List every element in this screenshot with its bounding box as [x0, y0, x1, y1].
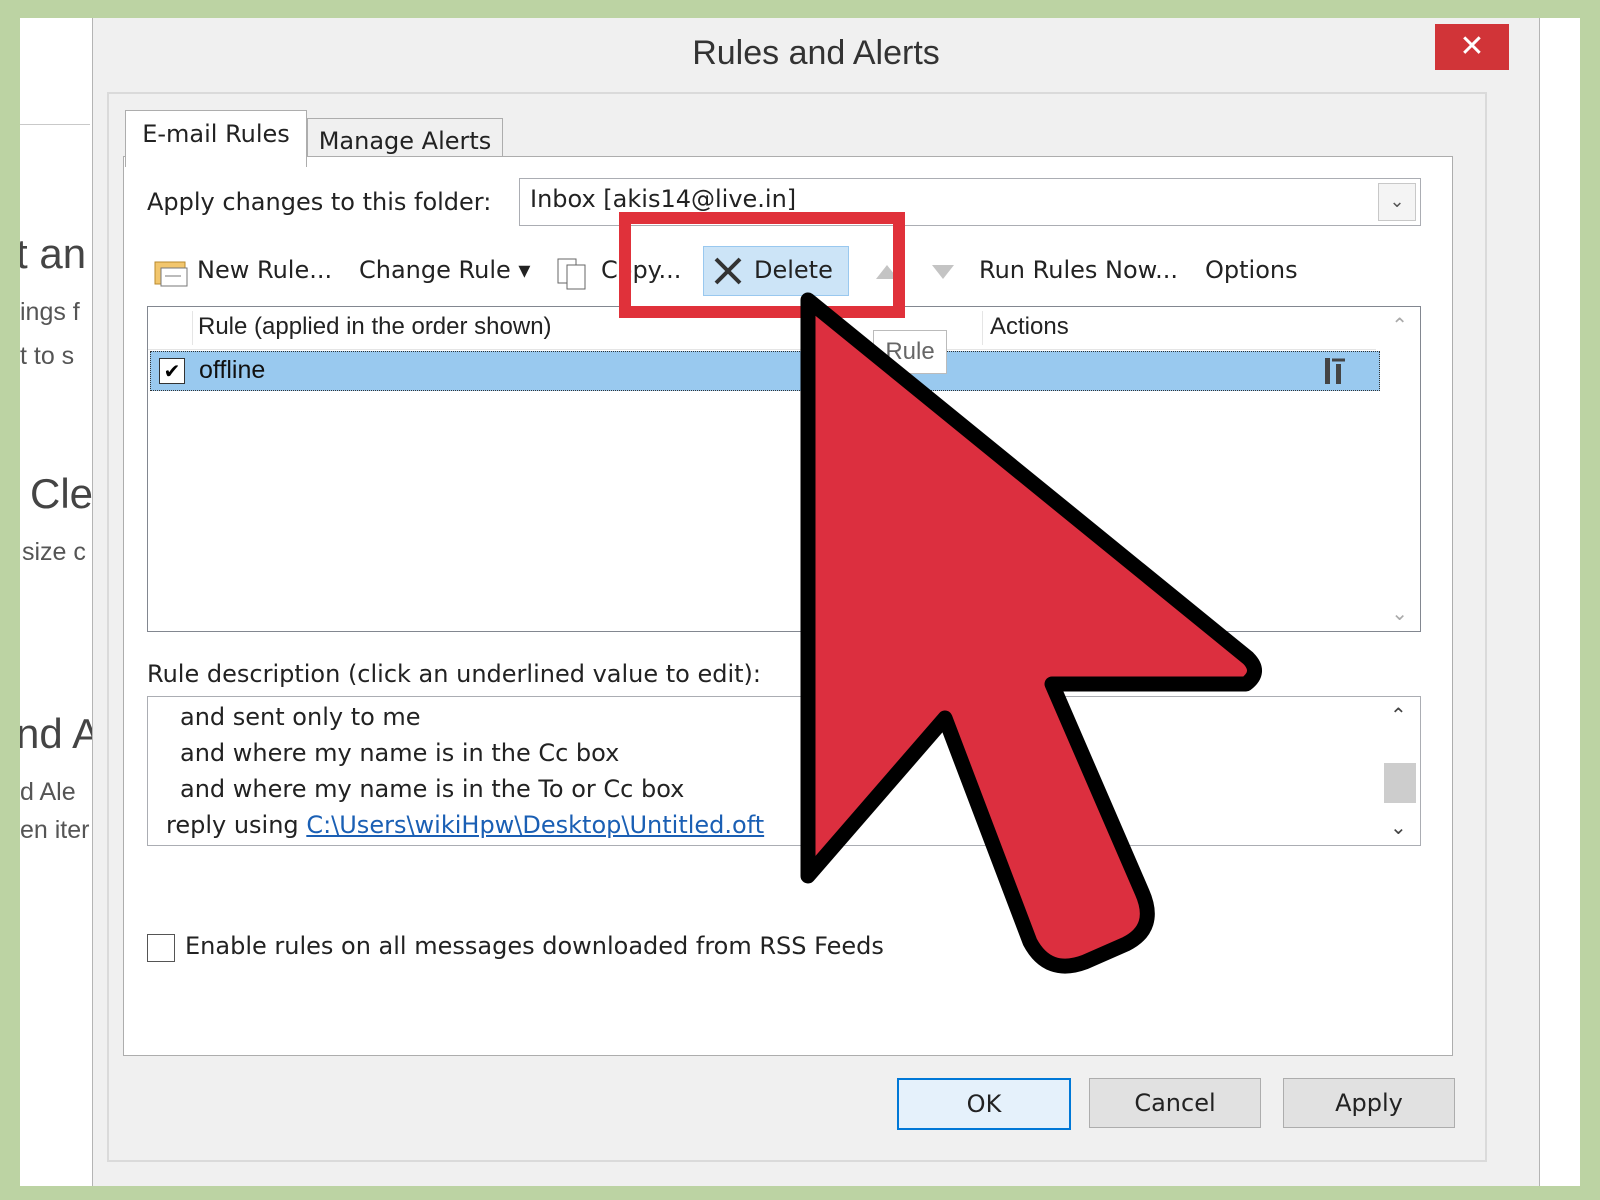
- cursor-arrow-icon: [800, 292, 1262, 974]
- screenshot-frame: t an ings f t to s Cle size c nd A d Ale…: [20, 18, 1580, 1186]
